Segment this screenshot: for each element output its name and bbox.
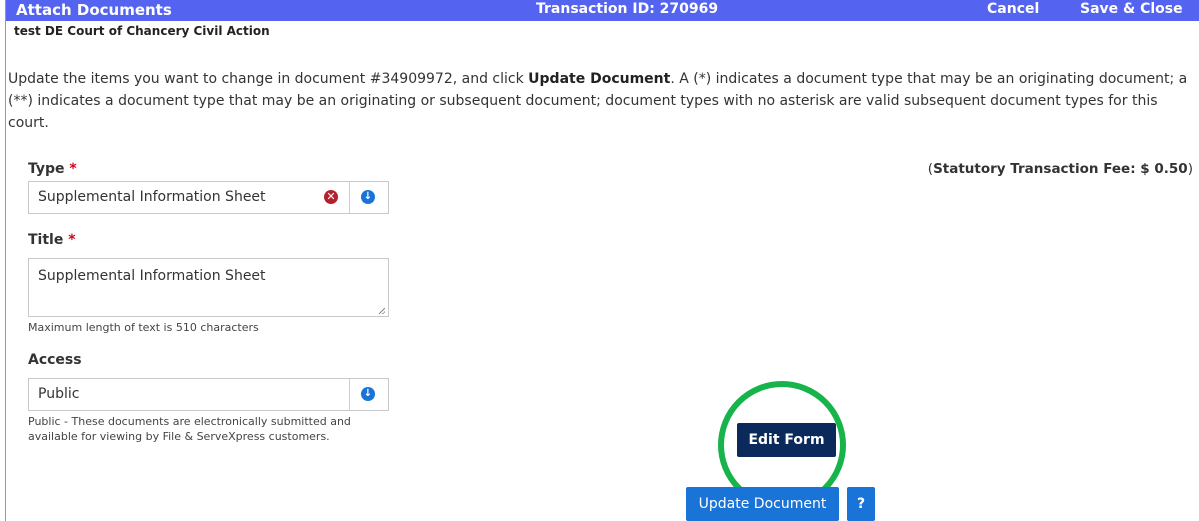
title-label: Title * bbox=[28, 232, 76, 248]
arrow-down-circle-icon[interactable]: ↓ bbox=[361, 387, 375, 401]
update-document-button[interactable]: Update Document bbox=[686, 487, 839, 521]
fee-close-paren: ) bbox=[1187, 161, 1193, 177]
arrow-down-circle-icon[interactable]: ↓ bbox=[361, 190, 375, 204]
help-button[interactable]: ? bbox=[847, 487, 875, 521]
instructions-bold: Update Document bbox=[528, 71, 671, 87]
select-divider bbox=[349, 182, 350, 213]
title-label-text: Title bbox=[28, 232, 64, 248]
save-close-link[interactable]: Save & Close bbox=[1080, 1, 1183, 17]
type-label-text: Type bbox=[28, 161, 65, 177]
title-textarea[interactable]: Supplemental Information Sheet bbox=[28, 258, 389, 317]
title-bar: Attach Documents Transaction ID: 270969 … bbox=[6, 0, 1199, 21]
fee-text: Statutory Transaction Fee: $ 0.50 bbox=[933, 161, 1188, 177]
times-circle-icon[interactable]: ✕ bbox=[324, 190, 338, 204]
transaction-fee: (Statutory Transaction Fee: $ 0.50) bbox=[928, 161, 1193, 177]
instructions-part1: Update the items you want to change in d… bbox=[8, 71, 529, 87]
page-title: Attach Documents bbox=[16, 1, 172, 19]
cancel-link[interactable]: Cancel bbox=[987, 1, 1039, 17]
case-name: test DE Court of Chancery Civil Action bbox=[14, 24, 270, 38]
required-mark: * bbox=[68, 232, 76, 248]
instructions-text: Update the items you want to change in d… bbox=[8, 68, 1194, 134]
select-divider bbox=[349, 379, 350, 410]
resize-handle-icon[interactable] bbox=[379, 308, 385, 314]
transaction-id: Transaction ID: 270969 bbox=[536, 1, 719, 17]
access-label: Access bbox=[28, 352, 82, 368]
type-select-value: Supplemental Information Sheet bbox=[38, 189, 266, 205]
required-mark: * bbox=[69, 161, 77, 177]
title-length-hint: Maximum length of text is 510 characters bbox=[28, 321, 259, 334]
access-select-value: Public bbox=[38, 386, 80, 402]
access-hint: Public - These documents are electronica… bbox=[28, 415, 351, 443]
access-select[interactable]: Public ↓ bbox=[28, 378, 389, 411]
edit-form-button[interactable]: Edit Form bbox=[737, 423, 836, 457]
window-border bbox=[5, 0, 6, 521]
type-select[interactable]: Supplemental Information Sheet ✕ ↓ bbox=[28, 181, 389, 214]
title-textarea-value: Supplemental Information Sheet bbox=[38, 268, 266, 284]
type-label: Type * bbox=[28, 161, 77, 177]
